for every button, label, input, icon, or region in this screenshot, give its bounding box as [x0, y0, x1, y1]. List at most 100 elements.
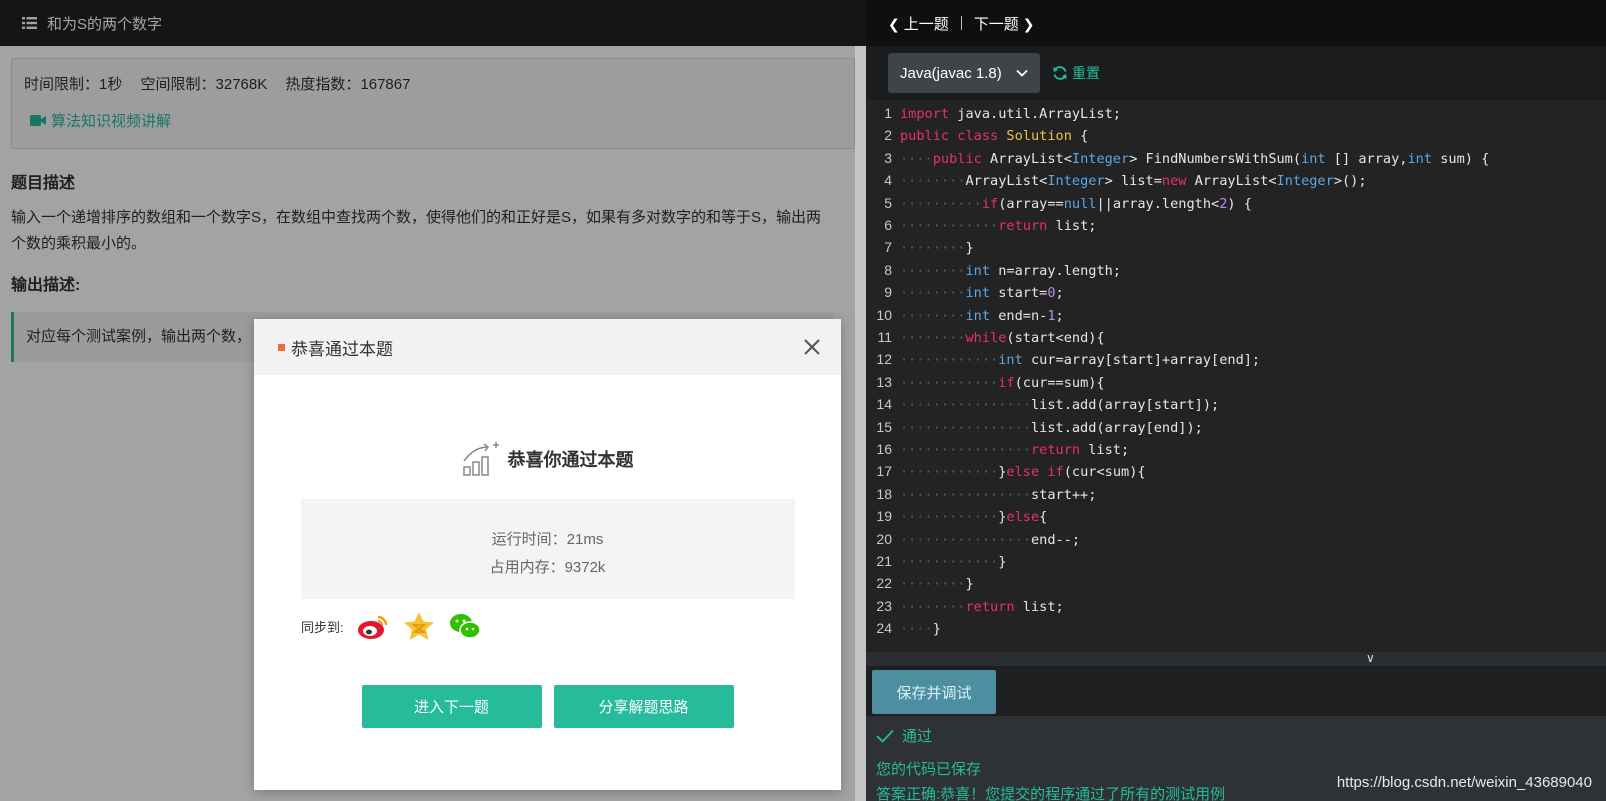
code-line[interactable]: 24 ····} — [866, 617, 1606, 640]
code-line[interactable]: 8 ········int n=array.length; — [866, 259, 1606, 282]
line-number: 1 — [884, 105, 892, 121]
close-icon[interactable] — [803, 338, 821, 356]
code-line[interactable]: 18 ················start++; — [866, 483, 1606, 506]
code-line[interactable]: 16 ················return list; — [866, 438, 1606, 461]
code-line[interactable]: 19 ············}else{ — [866, 505, 1606, 528]
code-text: ··········if(array==null||array.length<2… — [900, 195, 1252, 212]
congrats-heading: 恭喜你通过本题 — [254, 441, 841, 477]
line-number: 13 — [876, 373, 892, 390]
code-text: ············if(cur==sum){ — [900, 374, 1105, 391]
line-number: 18 — [876, 485, 892, 502]
language-select[interactable]: Java(javac 1.8) — [888, 53, 1040, 93]
code-text: ········} — [900, 240, 974, 257]
next-problem-button[interactable]: 进入下一题 — [361, 685, 542, 728]
editor-toolbar: Java(javac 1.8) 重置 — [866, 46, 1606, 100]
code-line[interactable]: 23 ········return list; — [866, 595, 1606, 618]
share-row: 同步到: — [301, 611, 841, 641]
code-line[interactable]: 7 ········} — [866, 236, 1606, 259]
line-number: 5 — [884, 194, 892, 211]
code-text: ················list.add(array[start]); — [900, 397, 1220, 414]
code-line[interactable]: 11 ········while(start<end){ — [866, 326, 1606, 349]
code-text: ················start++; — [900, 486, 1097, 503]
save-and-debug-button[interactable]: 保存并调试 — [872, 670, 996, 714]
success-modal: 恭喜通过本题 恭喜你通过本题 运行时间：21ms 占用内存：9372k 同步到: — [254, 319, 841, 790]
modal-actions: 进入下一题 分享解题思路 — [254, 685, 841, 728]
code-text: ········int n=array.length; — [900, 262, 1121, 279]
congrats-text: 恭喜你通过本题 — [507, 450, 634, 470]
action-bar: 保存并调试 — [866, 666, 1606, 716]
code-line[interactable]: 20 ················end--; — [866, 528, 1606, 551]
chart-growth-icon — [462, 442, 499, 476]
code-line[interactable]: 9 ········int start=0; — [866, 281, 1606, 304]
pass-label: 通过 — [902, 728, 933, 745]
line-number: 10 — [876, 306, 892, 323]
code-line[interactable]: 17 ············}else if(cur<sum){ — [866, 460, 1606, 483]
prev-problem-label: 上一题 — [903, 15, 949, 33]
pane-splitter[interactable] — [855, 46, 866, 801]
problem-nav: ❮ 上一题 下一题 ❯ — [866, 0, 1606, 46]
code-text: ················list.add(array[end]); — [900, 419, 1203, 436]
line-number: 8 — [884, 261, 892, 278]
code-text: ········while(start<end){ — [900, 330, 1105, 346]
code-line[interactable]: 22 ········} — [866, 572, 1606, 595]
line-number: 23 — [876, 597, 892, 614]
line-number: 19 — [876, 508, 892, 525]
code-text: ········int start=0; — [900, 285, 1064, 302]
line-number: 21 — [876, 553, 892, 569]
code-line[interactable]: 5 ··········if(array==null||array.length<… — [866, 192, 1606, 215]
check-icon — [876, 729, 894, 743]
code-editor[interactable]: 1 import java.util.ArrayList; 2 public clas… — [866, 100, 1606, 652]
code-line[interactable]: 6 ············return list; — [866, 214, 1606, 237]
code-line[interactable]: 12 ············int cur=array[start]+array… — [866, 348, 1606, 371]
code-line[interactable]: 2 public class Solution { — [866, 124, 1606, 147]
code-line[interactable]: 10 ········int end=n-1; — [866, 304, 1606, 327]
memory-usage: 占用内存：9372k — [489, 559, 606, 576]
code-line[interactable]: 3 ····public ArrayList<Integer> FindNumbe… — [866, 147, 1606, 170]
line-number: 17 — [876, 463, 892, 480]
code-text: ················return list; — [900, 442, 1130, 458]
language-value: Java(javac 1.8) — [900, 64, 1002, 82]
refresh-icon — [1053, 66, 1067, 80]
code-text: public class Solution { — [900, 128, 1089, 145]
code-line[interactable]: 14 ················list.add(array[start])… — [866, 393, 1606, 416]
weibo-icon[interactable] — [356, 611, 390, 641]
code-text: ········} — [900, 576, 974, 593]
next-problem-label: 下一题 — [973, 15, 1019, 33]
share-solution-button[interactable]: 分享解题思路 — [553, 685, 734, 728]
editor-resize-bar[interactable]: ∨ — [866, 651, 1606, 666]
next-problem-link[interactable]: 下一题 ❯ — [974, 13, 1039, 34]
line-number: 2 — [884, 127, 892, 144]
line-number: 15 — [876, 418, 892, 435]
code-text: ············}else{ — [900, 509, 1048, 526]
line-number: 3 — [884, 149, 892, 166]
code-line[interactable]: 1 import java.util.ArrayList; — [866, 102, 1606, 125]
editor-pane: ❮ 上一题 下一题 ❯ Java(javac 1.8) 重置 1 import jav… — [866, 0, 1606, 801]
modal-title: 恭喜通过本题 — [291, 339, 393, 359]
chevron-left-icon: ❮ — [888, 15, 900, 32]
code-text: import java.util.ArrayList; — [900, 106, 1121, 122]
code-text: ········int end=n-1; — [900, 307, 1064, 324]
code-line[interactable]: 15 ················list.add(array[end]); — [866, 416, 1606, 439]
reset-label: 重置 — [1072, 65, 1100, 81]
wechat-icon[interactable] — [448, 611, 482, 641]
code-text: ········return list; — [900, 598, 1064, 615]
code-text: ················end--; — [900, 531, 1081, 548]
watermark-url: https://blog.csdn.net/weixin_43689040 — [1336, 774, 1592, 791]
code-text: ············}else if(cur<sum){ — [900, 464, 1146, 481]
run-stats: 运行时间：21ms 占用内存：9372k — [300, 499, 795, 599]
reset-button[interactable]: 重置 — [1052, 63, 1100, 83]
code-line[interactable]: 21 ············} — [866, 550, 1606, 573]
run-time: 运行时间：21ms — [491, 531, 604, 548]
qzone-icon[interactable] — [402, 611, 436, 641]
chevron-down-icon: ∨ — [1366, 651, 1375, 665]
code-line[interactable]: 13 ············if(cur==sum){ — [866, 371, 1606, 394]
code-text: ············} — [900, 554, 1007, 570]
code-line[interactable]: 4 ········ArrayList<Integer> list=new Arr… — [866, 169, 1606, 192]
line-number: 12 — [876, 351, 892, 368]
line-number: 14 — [876, 396, 892, 413]
prev-problem-link[interactable]: ❮ 上一题 — [884, 13, 949, 34]
share-label: 同步到: — [301, 619, 344, 635]
code-text: ····} — [900, 621, 941, 638]
code-text: ············return list; — [900, 218, 1097, 234]
line-number: 22 — [876, 575, 892, 592]
